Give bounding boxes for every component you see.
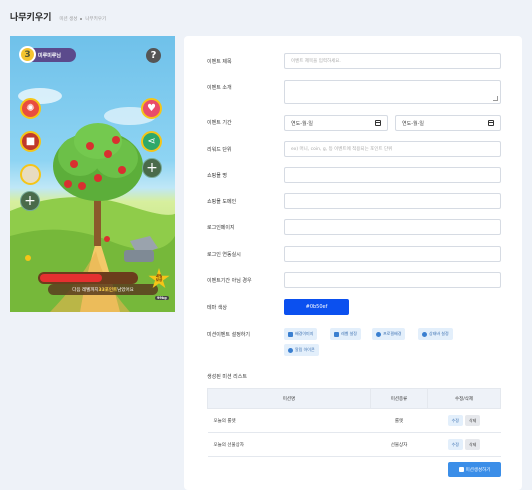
gamepad-icon (334, 331, 339, 337)
reward-unit-input[interactable]: ex) 머니, coin, g, 등 이벤트에 적용되는 포인트 단위 (284, 141, 501, 157)
gift-box-icon[interactable]: ■ (20, 131, 41, 152)
message-text: 다음 레벨까지 (72, 287, 99, 293)
weight-label: 99kg (155, 296, 169, 300)
mission-settings-label: 미션이벤트 설정하기 (207, 332, 250, 338)
mall-domain-input[interactable] (284, 193, 501, 209)
level-message: 다음 레벨까지 33포인트 남았어요 (48, 284, 158, 295)
breadcrumb: 미션 생성 나무키우기 (59, 16, 106, 22)
column-header: 미션명 (207, 388, 371, 409)
edit-button[interactable]: 수정 (447, 439, 463, 450)
edit-button[interactable]: 수정 (447, 415, 463, 426)
mission-list-table: 미션명 미션종류 수정/삭제 오늘의 룰렛 룰렛 수정 삭제 오늘의 선물상자 선… (207, 388, 501, 457)
breadcrumb-item[interactable]: 미션 생성 (59, 16, 77, 22)
out-of-period-input[interactable] (284, 272, 501, 288)
mall-name-input[interactable] (284, 167, 501, 183)
breadcrumb-item: 나무키우기 (85, 17, 107, 22)
notification-icon-button[interactable]: 알림 아이콘 (284, 344, 319, 356)
page-title: 나무키우기 (10, 13, 52, 23)
row-actions: 수정 삭제 (427, 432, 501, 457)
mall-domain-label: 쇼핑몰 도메인 (207, 199, 237, 205)
end-date-input[interactable]: 연도-월-일 (395, 115, 501, 131)
image-icon (288, 331, 293, 337)
login-linked-label: 로그인 연동실시 (207, 252, 241, 258)
intro-textarea[interactable] (284, 80, 501, 104)
mission-name: 오늘의 선물상자 (207, 432, 371, 457)
message-text: 남았어요 (117, 287, 134, 293)
status-bar-settings-button[interactable]: 상태바 설정 (418, 328, 453, 340)
login-page-input[interactable] (284, 219, 501, 235)
column-header: 미션종류 (370, 388, 428, 409)
row-actions: 수정 삭제 (427, 408, 501, 433)
login-linked-input[interactable] (284, 246, 501, 262)
profile-background-button[interactable]: 프로필배경 (372, 328, 406, 340)
reward-unit-label: 리워드 단위 (207, 147, 232, 153)
level-settings-button[interactable]: 레벨 설정 (330, 328, 361, 340)
start-date-value: 연도-월-일 (291, 120, 314, 127)
title-input[interactable]: 이벤트 제목을 입력하세요. (284, 53, 501, 69)
delete-button[interactable]: 삭제 (465, 439, 481, 450)
out-of-period-label: 이벤트기간 아님 경우 (207, 278, 252, 284)
gear-icon (422, 331, 427, 337)
heart-icon[interactable]: ♥ (141, 98, 162, 119)
level-badge: 3 (19, 46, 36, 63)
help-icon[interactable]: ? (146, 48, 161, 63)
add-icon[interactable]: + (20, 191, 40, 211)
reward-label: 레벨 보상 (155, 274, 163, 282)
theme-color-label: 테마 색상 (207, 305, 227, 311)
chip-label: 프로필배경 (383, 331, 402, 336)
create-mission-label: 미션생성하기 (465, 467, 491, 473)
mission-type: 룰렛 (370, 408, 428, 433)
share-icon[interactable]: ⋖ (141, 131, 162, 152)
level-progress-bar (38, 272, 138, 284)
chip-label: 알림 아이콘 (295, 347, 315, 352)
mission-list-title: 생성된 미션 리스트 (207, 374, 247, 380)
end-date-value: 연도-월-일 (402, 120, 425, 127)
column-header: 수정/삭제 (427, 388, 501, 409)
game-preview: 미루미루님 3 ? ✺ ■ + ♥ ⋖ + 다음 레벨까지 33포인트 남았어요… (10, 36, 175, 312)
gift-icon (458, 467, 464, 472)
notification-icon (288, 347, 293, 353)
calendar-icon[interactable] (488, 120, 494, 126)
chip-label: 상태바 설정 (429, 331, 449, 336)
calendar-icon[interactable] (20, 164, 41, 185)
mission-name: 오늘의 룰렛 (207, 408, 371, 433)
period-label: 이벤트 기간 (207, 120, 232, 126)
mall-name-label: 쇼핑몰 명 (207, 173, 227, 179)
intro-label: 이벤트 소개 (207, 85, 232, 91)
page-header: 나무키우기 미션 생성 나무키우기 (10, 10, 106, 23)
event-form-panel: 이벤트 제목 이벤트 제목을 입력하세요. 이벤트 소개 이벤트 기간 연도-월… (184, 36, 522, 490)
points-remaining: 33포인트 (98, 287, 118, 293)
roulette-icon[interactable]: ✺ (20, 98, 41, 119)
title-label: 이벤트 제목 (207, 59, 232, 65)
chip-label: 레벨 설정 (341, 331, 357, 336)
add-icon[interactable]: + (142, 158, 162, 178)
profile-icon (376, 331, 381, 337)
progress-fill (40, 274, 103, 282)
background-image-button[interactable]: 배경이미지 (284, 328, 318, 340)
start-date-input[interactable]: 연도-월-일 (284, 115, 388, 131)
create-mission-button[interactable]: 미션생성하기 (448, 462, 501, 477)
table-row: 오늘의 룰렛 룰렛 수정 삭제 (207, 408, 501, 433)
delete-button[interactable]: 삭제 (465, 415, 481, 426)
mission-type: 선물상자 (370, 432, 428, 457)
table-row: 오늘의 선물상자 선물상자 수정 삭제 (207, 432, 501, 457)
breadcrumb-separator (80, 18, 83, 20)
theme-color-picker[interactable]: #0b50ef (284, 299, 349, 315)
chip-label: 배경이미지 (295, 331, 314, 336)
calendar-icon[interactable] (375, 120, 381, 126)
login-page-label: 로그인페이지 (207, 225, 235, 231)
